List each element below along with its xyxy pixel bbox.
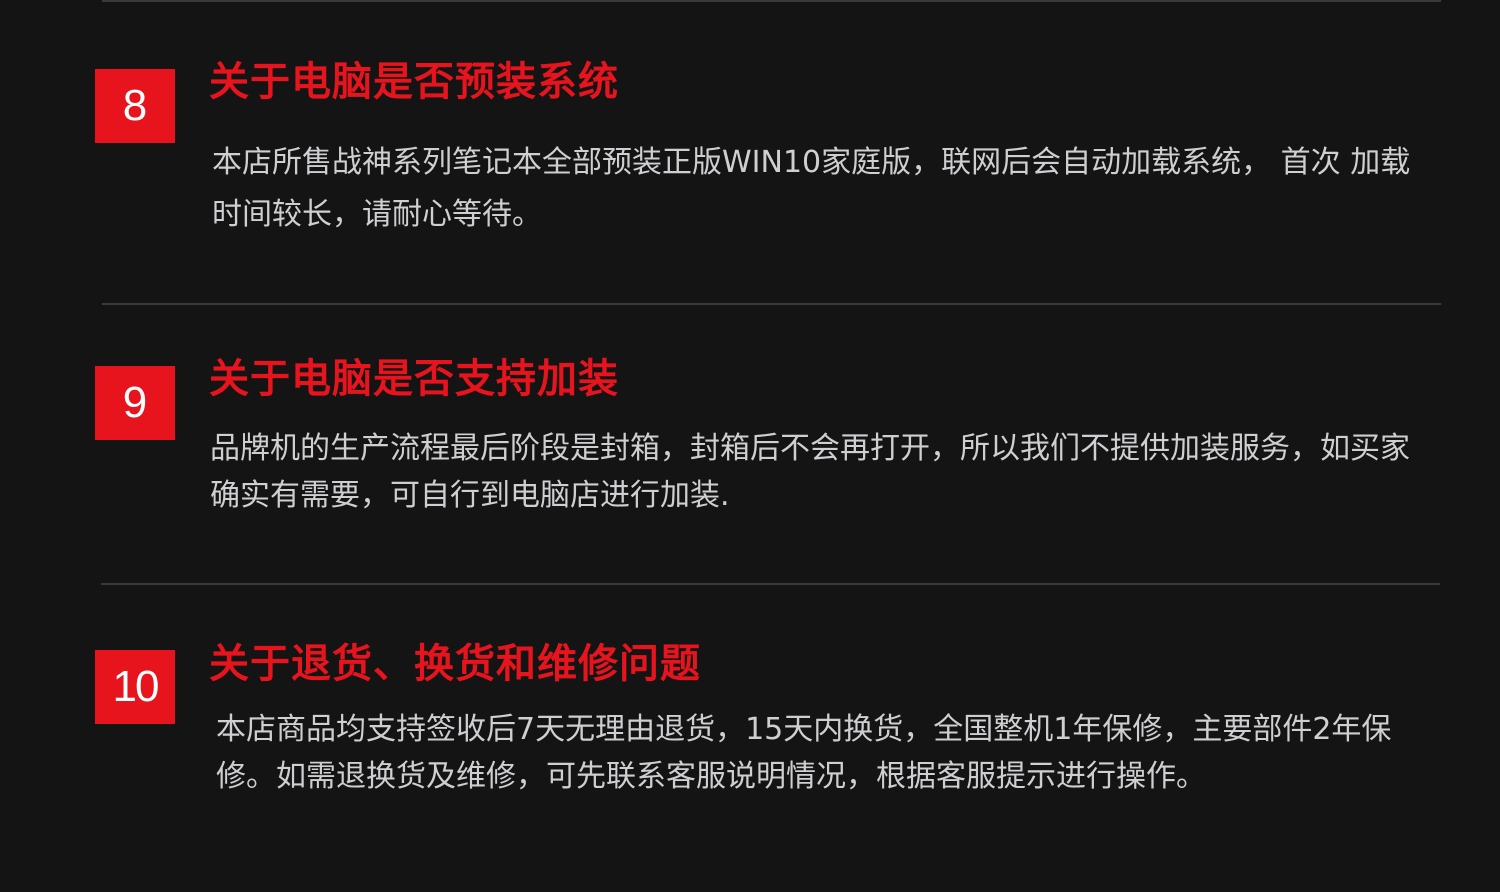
section-9-number-badge: 9	[95, 366, 175, 440]
section-10-number-badge: 10	[95, 650, 175, 724]
section-9-body: 品牌机的生产流程最后阶段是封箱，封箱后不会再打开，所以我们不提供加装服务，如买家…	[210, 431, 1410, 513]
top-divider	[102, 0, 1441, 2]
section-8-body: 本店所售战神系列笔记本全部预装正版WIN10家庭版，联网后会自动加载系统， 首次…	[212, 145, 1411, 232]
section-10-body: 本店商品均支持签收后7天无理由退货，15天内换货，全国整机1年保修，主要部件2年…	[216, 712, 1392, 794]
faq-page: 8 关于电脑是否预装系统 本店所售战神系列笔记本全部预装正版WIN10家庭版，联…	[0, 0, 1500, 892]
section-8-title: 关于电脑是否预装系统	[209, 59, 619, 105]
section-8-number-badge: 8	[95, 69, 175, 143]
section-10-title: 关于退货、换货和维修问题	[209, 641, 701, 687]
section-10-number: 10	[112, 662, 160, 711]
section-divider-1	[102, 303, 1441, 305]
section-9-number: 9	[122, 378, 148, 427]
section-9-title: 关于电脑是否支持加装	[209, 356, 619, 402]
section-divider-2	[101, 583, 1440, 585]
section-8-number: 8	[122, 81, 148, 130]
